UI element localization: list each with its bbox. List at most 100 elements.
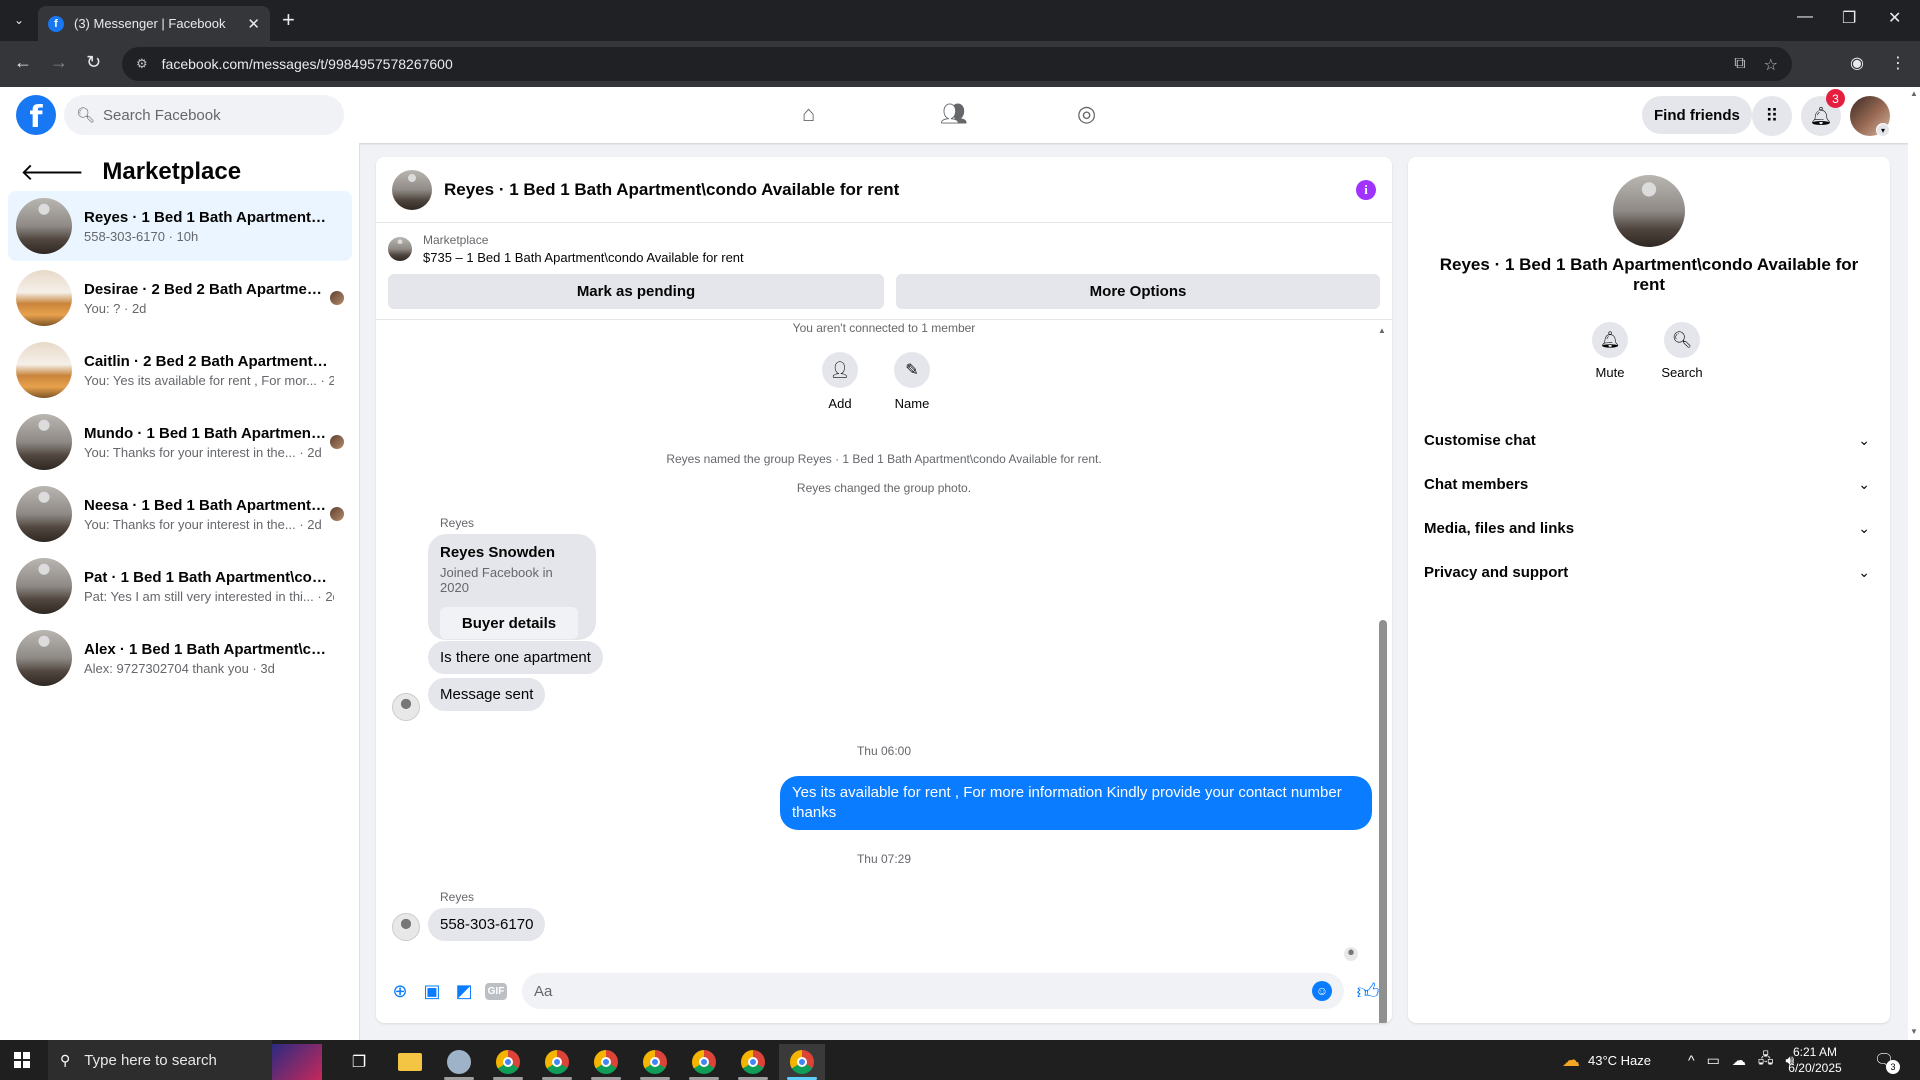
mute-action[interactable]: 🔔︎ Mute (1580, 322, 1640, 380)
incoming-message[interactable]: Is there one apartment (428, 641, 603, 674)
conversation-item[interactable]: Caitlin · 2 Bed 2 Bath Apartment\condo A… (8, 335, 352, 405)
facebook-logo-icon[interactable]: f (16, 95, 56, 135)
windows-start-icon[interactable] (14, 1052, 30, 1068)
app-icon[interactable] (436, 1044, 482, 1080)
menu-grid-icon[interactable]: ⠿ (1752, 96, 1792, 136)
chevron-up-icon[interactable]: ^ (1688, 1052, 1695, 1068)
conversation-name: Alex · 1 Bed 1 Bath Apartment\condo Avai… (84, 640, 329, 658)
plus-circle-icon[interactable]: ⊕ (384, 975, 416, 1007)
back-arrow-icon[interactable]: 🡐 (20, 157, 84, 187)
home-icon[interactable]: ⌂ (802, 101, 815, 127)
window-close-icon[interactable]: ✕ (1888, 8, 1901, 28)
chrome-icon[interactable] (534, 1044, 580, 1080)
message-input-wrapper[interactable]: ☺ (522, 973, 1344, 1009)
outgoing-message[interactable]: Yes its available for rent , For more in… (780, 776, 1372, 830)
buyer-details-button[interactable]: Buyer details (440, 607, 578, 639)
sender-avatar[interactable] (392, 693, 420, 721)
scroll-down-icon[interactable]: ▼ (1910, 1027, 1918, 1036)
reload-icon[interactable]: ↻ (86, 52, 101, 73)
groups-icon[interactable]: ◎ (1077, 101, 1096, 127)
search-icon: 🔍︎ (76, 107, 96, 124)
taskbar-search[interactable]: ⚲ (48, 1040, 272, 1080)
minimize-icon[interactable]: — (1797, 8, 1813, 26)
conversation-item[interactable]: Alex · 1 Bed 1 Bath Apartment\condo Avai… (8, 623, 352, 693)
conversation-item[interactable]: Desirae · 2 Bed 2 Bath Apartment\condo A… (8, 263, 352, 333)
install-icon[interactable]: ⧉ (1734, 55, 1745, 75)
more-options-button[interactable]: More Options (896, 274, 1380, 309)
sticker-icon[interactable]: ◩ (448, 975, 480, 1007)
omnibox[interactable]: ⚙ facebook.com/messages/t/99849575782676… (122, 47, 1792, 81)
gif-icon[interactable]: GIF (480, 975, 512, 1007)
bell-icon: 🔔︎ (1592, 322, 1628, 358)
chat-members-section[interactable]: Chat members ⌄ (1424, 464, 1874, 504)
conversation-item[interactable]: Mundo · 1 Bed 1 Bath Apartment\condo Ava… (8, 407, 352, 477)
listing-thumbnail (16, 198, 72, 254)
chevron-down-icon[interactable]: ▾ (1876, 123, 1890, 137)
chevron-down-icon: ⌄ (1858, 475, 1870, 492)
photo-icon[interactable]: ▣ (416, 975, 448, 1007)
chat-avatar[interactable] (392, 169, 432, 210)
page-scrollbar[interactable]: ▲ ▼ (1908, 87, 1920, 1040)
search-action[interactable]: 🔍︎ Search (1652, 322, 1712, 380)
conversation-preview: You: Yes its available for rent , For mo… (84, 372, 334, 388)
conversation-item[interactable]: Reyes · 1 Bed 1 Bath Apartment\condo Ava… (8, 191, 352, 261)
friends-icon[interactable]: 👥︎ (940, 101, 968, 127)
incoming-message[interactable]: 558-303-6170 (428, 908, 546, 941)
scroll-thumb[interactable] (1379, 620, 1387, 1023)
name-label: Name (894, 396, 930, 411)
chrome-icon-active[interactable] (779, 1044, 825, 1080)
emoji-icon[interactable]: ☺ (1312, 981, 1332, 1001)
media-files-links-section[interactable]: Media, files and links ⌄ (1424, 508, 1874, 548)
site-info-icon[interactable]: ⚙ (136, 56, 148, 72)
group-avatar[interactable] (1613, 175, 1685, 247)
incoming-message[interactable]: Message sent (428, 678, 546, 711)
facebook-search[interactable]: 🔍︎ (64, 95, 344, 135)
taskbar-search-input[interactable] (84, 1051, 255, 1069)
mute-label: Mute (1595, 365, 1625, 380)
back-icon[interactable]: ← (14, 52, 32, 73)
chrome-icon[interactable] (730, 1044, 776, 1080)
listing-thumbnail (388, 237, 412, 261)
meet-icon[interactable]: ▭ (1707, 1052, 1720, 1069)
conversation-item[interactable]: Pat · 1 Bed 1 Bath Apartment\condo Avail… (8, 551, 352, 621)
privacy-support-section[interactable]: Privacy and support ⌄ (1424, 552, 1874, 592)
chrome-icon[interactable] (485, 1044, 531, 1080)
file-explorer-icon[interactable] (387, 1044, 433, 1080)
thumbs-up-icon[interactable]: 👍︎ (1352, 978, 1384, 1005)
close-tab-icon[interactable]: ✕ (247, 15, 260, 33)
name-group-action[interactable]: ✎ Name (882, 352, 942, 411)
find-friends-button[interactable]: Find friends (1642, 96, 1752, 134)
message-input[interactable] (534, 982, 1312, 1000)
menu-kebab-icon[interactable]: ⋮ (1890, 53, 1906, 73)
scroll-up-icon[interactable]: ▲ (1910, 89, 1918, 98)
system-message: Reyes named the group Reyes · 1 Bed 1 Ba… (666, 452, 1102, 466)
chat-scrollbar[interactable]: ▲ ▼ (1376, 322, 1388, 1023)
marketplace-listing[interactable]: Marketplace $735 – 1 Bed 1 Bath Apartmen… (388, 233, 744, 265)
not-connected-notice: You aren't connected to 1 member (792, 321, 976, 335)
new-tab-icon[interactable]: + (282, 9, 295, 31)
cloud-off-icon[interactable]: ☁ (1732, 1052, 1746, 1069)
info-icon[interactable]: i (1356, 179, 1376, 200)
bookmark-star-icon[interactable]: ☆ (1764, 55, 1778, 75)
add-member-action[interactable]: 👤︎ Add (810, 352, 870, 411)
chat-title[interactable]: Reyes · 1 Bed 1 Bath Apartment\condo Ava… (444, 180, 1356, 200)
conversation-item[interactable]: Neesa · 1 Bed 1 Bath Apartment\condo Ava… (8, 479, 352, 549)
mark-as-pending-button[interactable]: Mark as pending (388, 274, 884, 309)
customise-chat-section[interactable]: Customise chat ⌄ (1424, 420, 1874, 460)
profile-icon[interactable]: ◉ (1850, 53, 1864, 73)
sender-avatar[interactable] (392, 913, 420, 941)
weather-widget[interactable]: ☁ 43°C Haze (1562, 1040, 1651, 1080)
facebook-search-input[interactable] (103, 106, 324, 124)
taskbar-clock[interactable]: 6:21 AM 6/20/2025 (1770, 1044, 1860, 1076)
conversation-name: Caitlin · 2 Bed 2 Bath Apartment\condo A… (84, 352, 329, 370)
search-highlight-icon[interactable] (272, 1044, 322, 1080)
chrome-icon[interactable] (583, 1044, 629, 1080)
scroll-up-icon[interactable]: ▲ (1378, 326, 1386, 335)
chrome-icon[interactable] (632, 1044, 678, 1080)
forward-icon[interactable]: → (50, 52, 68, 73)
tab-list-icon[interactable]: ⌄ (8, 9, 30, 31)
restore-icon[interactable]: ❐ (1842, 8, 1856, 28)
browser-tab-messenger[interactable]: f (3) Messenger | Facebook ✕ (38, 6, 270, 41)
chrome-icon[interactable] (681, 1044, 727, 1080)
task-view-icon[interactable]: ❐ (336, 1044, 382, 1080)
